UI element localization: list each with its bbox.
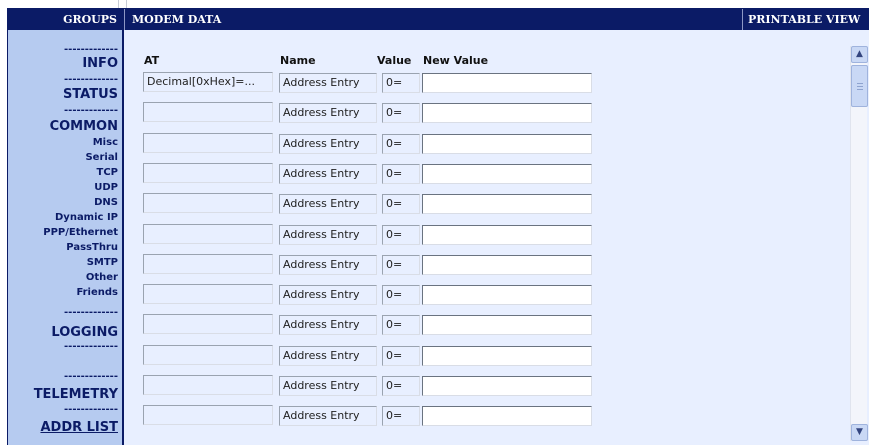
sidebar-separator: -------------: [64, 341, 118, 352]
sidebar-item-friends[interactable]: Friends: [76, 287, 118, 299]
sidebar-item-logging[interactable]: LOGGING: [51, 325, 118, 340]
sidebar-separator: -------------: [64, 404, 118, 415]
groups-heading: GROUPS: [63, 13, 117, 26]
sidebar-item-passthru[interactable]: PassThru: [66, 242, 118, 254]
name-cell: Address Entry: [279, 255, 377, 275]
value-cell: 0=: [382, 164, 420, 184]
app-frame: GROUPS MODEM DATA PRINTABLE VIEW -------…: [7, 8, 869, 445]
at-cell: [143, 133, 273, 153]
sidebar-separator: -------------: [64, 44, 118, 55]
modem-data-panel: AT Name Value New Value Decimal[0xHex]=.…: [126, 30, 869, 445]
sidebar-item-info[interactable]: INFO: [82, 56, 118, 71]
at-cell: [143, 314, 273, 334]
vertical-scrollbar[interactable]: ▲ ▼: [850, 46, 868, 441]
at-cell: [143, 405, 273, 425]
header-divider: [124, 9, 125, 30]
value-cell: 0=: [382, 255, 420, 275]
value-cell: 0=: [382, 346, 420, 366]
value-cell: 0=: [382, 103, 420, 123]
new-value-input[interactable]: [422, 73, 592, 93]
sidebar-item-common[interactable]: COMMON: [50, 119, 118, 134]
sidebar-separator: -------------: [64, 105, 118, 116]
chevron-down-icon[interactable]: ▼: [851, 424, 868, 441]
sidebar-separator: -------------: [64, 74, 118, 85]
name-cell: Address Entry: [279, 164, 377, 184]
new-value-input[interactable]: [422, 255, 592, 275]
scrollbar-thumb[interactable]: [851, 65, 868, 107]
printable-view-button[interactable]: PRINTABLE VIEW: [748, 9, 860, 30]
column-header-name: Name: [280, 54, 316, 67]
value-cell: 0=: [382, 134, 420, 154]
sidebar-item-dynamic-ip[interactable]: Dynamic IP: [55, 212, 118, 224]
column-header-value: Value: [377, 54, 412, 67]
name-cell: Address Entry: [279, 406, 377, 426]
name-cell: Address Entry: [279, 194, 377, 214]
new-value-input[interactable]: [422, 346, 592, 366]
sidebar-item-serial[interactable]: Serial: [85, 152, 118, 164]
value-cell: 0=: [382, 194, 420, 214]
name-cell: Address Entry: [279, 346, 377, 366]
new-value-input[interactable]: [422, 194, 592, 214]
new-value-input[interactable]: [422, 376, 592, 396]
chevron-up-icon[interactable]: ▲: [851, 46, 868, 63]
column-header-at: AT: [144, 54, 160, 67]
new-value-input[interactable]: [422, 315, 592, 335]
divider-line: [118, 0, 119, 8]
name-cell: Address Entry: [279, 315, 377, 335]
at-cell: [143, 193, 273, 213]
sidebar-item-udp[interactable]: UDP: [94, 182, 118, 194]
sidebar-item-dns[interactable]: DNS: [94, 197, 118, 209]
new-value-input[interactable]: [422, 285, 592, 305]
new-value-input[interactable]: [422, 225, 592, 245]
sidebar-separator: -------------: [64, 307, 118, 318]
value-cell: 0=: [382, 406, 420, 426]
top-bar: GROUPS MODEM DATA PRINTABLE VIEW: [8, 9, 868, 30]
name-cell: Address Entry: [279, 73, 377, 93]
at-cell: Decimal[0xHex]=...: [143, 72, 273, 92]
name-cell: Address Entry: [279, 134, 377, 154]
at-cell: [143, 375, 273, 395]
new-value-input[interactable]: [422, 406, 592, 426]
sidebar-item-other[interactable]: Other: [86, 272, 118, 284]
at-cell: [143, 163, 273, 183]
sidebar-item-misc[interactable]: Misc: [93, 137, 118, 149]
name-cell: Address Entry: [279, 225, 377, 245]
sidebar-separator: -------------: [64, 371, 118, 382]
sidebar-item-ppp-ethernet[interactable]: PPP/Ethernet: [43, 227, 118, 239]
name-cell: Address Entry: [279, 103, 377, 123]
new-value-input[interactable]: [422, 134, 592, 154]
at-cell: [143, 224, 273, 244]
name-cell: Address Entry: [279, 376, 377, 396]
sidebar-item-smtp[interactable]: SMTP: [87, 257, 118, 269]
sidebar-item-tcp[interactable]: TCP: [97, 167, 119, 179]
value-cell: 0=: [382, 315, 420, 335]
sidebar-item-addr-list[interactable]: ADDR LIST: [40, 420, 118, 435]
value-cell: 0=: [382, 285, 420, 305]
value-cell: 0=: [382, 225, 420, 245]
new-value-input[interactable]: [422, 164, 592, 184]
sidebar-item-telemetry[interactable]: TELEMETRY: [34, 387, 118, 402]
divider-line: [126, 0, 127, 8]
value-cell: 0=: [382, 73, 420, 93]
sidebar-item-status[interactable]: STATUS: [63, 87, 118, 102]
modem-data-heading: MODEM DATA: [132, 13, 222, 26]
header-divider: [742, 9, 743, 30]
name-cell: Address Entry: [279, 285, 377, 305]
at-cell: [143, 345, 273, 365]
at-cell: [143, 102, 273, 122]
column-header-new-value: New Value: [423, 54, 489, 67]
at-cell: [143, 254, 273, 274]
groups-sidebar: ------------- INFO ------------- STATUS …: [8, 30, 124, 445]
at-cell: [143, 284, 273, 304]
new-value-input[interactable]: [422, 103, 592, 123]
value-cell: 0=: [382, 376, 420, 396]
